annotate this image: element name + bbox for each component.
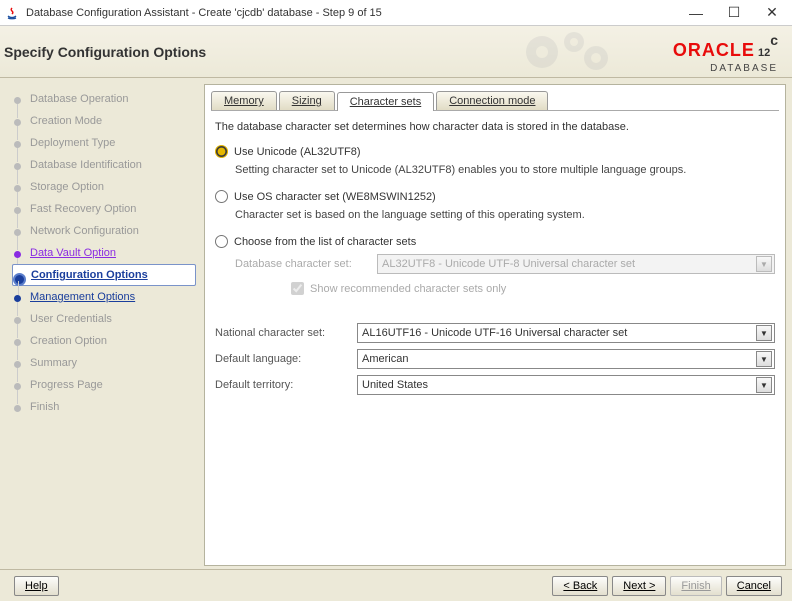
default-territory-row: Default territory: United States	[215, 375, 775, 395]
chevron-down-icon	[756, 325, 772, 341]
sidebar-step-progress-page: Progress Page	[12, 374, 204, 396]
sidebar-step-fast-recovery-option: Fast Recovery Option	[12, 198, 204, 220]
sidebar-step-configuration-options[interactable]: Configuration Options	[12, 264, 196, 286]
sidebar: Database OperationCreation ModeDeploymen…	[0, 78, 204, 566]
sidebar-step-user-credentials: User Credentials	[12, 308, 204, 330]
radio-choose-list[interactable]	[215, 235, 228, 248]
next-button[interactable]: Next >	[612, 576, 666, 596]
sidebar-step-finish: Finish	[12, 396, 204, 418]
show-recommended-checkbox	[291, 282, 304, 295]
step-list: Database OperationCreation ModeDeploymen…	[12, 88, 204, 418]
national-charset-label: National character set:	[215, 327, 357, 339]
default-language-select[interactable]: American	[357, 349, 775, 369]
tab-connection-mode[interactable]: Connection mode	[436, 91, 548, 110]
radio-os-row: Use OS character set (WE8MSWIN1252)	[215, 190, 775, 203]
default-territory-value: United States	[362, 379, 428, 391]
titlebar: Database Configuration Assistant - Creat…	[0, 0, 792, 26]
brand-logo: ORACLE 12c DATABASE	[673, 32, 778, 74]
page-title: Specify Configuration Options	[4, 44, 206, 60]
content-panel: Memory Sizing Character sets Connection …	[204, 84, 786, 566]
sidebar-step-storage-option: Storage Option	[12, 176, 204, 198]
sidebar-step-network-configuration: Network Configuration	[12, 220, 204, 242]
radio-unicode-row: Use Unicode (AL32UTF8)	[215, 145, 775, 158]
cancel-button[interactable]: Cancel	[726, 576, 782, 596]
sidebar-step-deployment-type: Deployment Type	[12, 132, 204, 154]
show-recommended-row: Show recommended character sets only	[291, 282, 775, 295]
db-charset-select: AL32UTF8 - Unicode UTF-8 Universal chara…	[377, 254, 775, 274]
footer: Help < Back Next > Finish Cancel	[0, 569, 792, 601]
radio-os-label: Use OS character set (WE8MSWIN1252)	[234, 191, 436, 203]
national-charset-row: National character set: AL16UTF16 - Unic…	[215, 323, 775, 343]
choose-subblock: Database character set: AL32UTF8 - Unico…	[235, 254, 775, 295]
sidebar-step-summary: Summary	[12, 352, 204, 374]
national-charset-select[interactable]: AL16UTF16 - Unicode UTF-16 Universal cha…	[357, 323, 775, 343]
main: Database OperationCreation ModeDeploymen…	[0, 78, 792, 566]
default-territory-select[interactable]: United States	[357, 375, 775, 395]
minimize-button[interactable]: —	[686, 3, 706, 23]
chevron-down-icon	[756, 256, 772, 272]
default-language-value: American	[362, 353, 408, 365]
sidebar-step-management-options[interactable]: Management Options	[12, 286, 204, 308]
chevron-down-icon	[756, 351, 772, 367]
national-charset-value: AL16UTF16 - Unicode UTF-16 Universal cha…	[362, 327, 627, 339]
brand-database: DATABASE	[673, 63, 778, 74]
java-icon	[4, 5, 20, 21]
intro-text: The database character set determines ho…	[215, 121, 775, 133]
header: Specify Configuration Options ORACLE 12c…	[0, 26, 792, 78]
radio-unicode[interactable]	[215, 145, 228, 158]
show-recommended-label: Show recommended character sets only	[310, 283, 506, 295]
gear-background-icon	[512, 28, 632, 77]
tab-character-sets[interactable]: Character sets	[337, 92, 435, 111]
default-language-label: Default language:	[215, 353, 357, 365]
tab-body: The database character set determines ho…	[211, 111, 779, 411]
sidebar-step-creation-option: Creation Option	[12, 330, 204, 352]
maximize-button[interactable]: ☐	[724, 3, 744, 23]
radio-os-charset[interactable]	[215, 190, 228, 203]
window-controls: — ☐ ✕	[686, 3, 782, 23]
db-charset-label: Database character set:	[235, 258, 377, 270]
sidebar-step-data-vault-option[interactable]: Data Vault Option	[12, 242, 204, 264]
radio-choose-row: Choose from the list of character sets	[215, 235, 775, 248]
sidebar-step-database-operation: Database Operation	[12, 88, 204, 110]
unicode-description: Setting character set to Unicode (AL32UT…	[235, 164, 775, 176]
radio-choose-label: Choose from the list of character sets	[234, 236, 416, 248]
close-button[interactable]: ✕	[762, 3, 782, 23]
brand-version: 12c	[758, 32, 778, 62]
sidebar-step-creation-mode: Creation Mode	[12, 110, 204, 132]
tabs: Memory Sizing Character sets Connection …	[211, 91, 779, 111]
tab-sizing[interactable]: Sizing	[279, 91, 335, 110]
window-title: Database Configuration Assistant - Creat…	[26, 7, 686, 19]
chevron-down-icon	[756, 377, 772, 393]
finish-button: Finish	[670, 576, 721, 596]
tab-memory[interactable]: Memory	[211, 91, 277, 110]
help-button[interactable]: Help	[14, 576, 59, 596]
db-charset-row: Database character set: AL32UTF8 - Unico…	[235, 254, 775, 274]
sidebar-step-database-identification: Database Identification	[12, 154, 204, 176]
brand-oracle: ORACLE	[673, 40, 755, 60]
default-territory-label: Default territory:	[215, 379, 357, 391]
os-description: Character set is based on the language s…	[235, 209, 775, 221]
back-button[interactable]: < Back	[552, 576, 608, 596]
radio-unicode-label: Use Unicode (AL32UTF8)	[234, 146, 361, 158]
db-charset-value: AL32UTF8 - Unicode UTF-8 Universal chara…	[382, 258, 635, 270]
default-language-row: Default language: American	[215, 349, 775, 369]
